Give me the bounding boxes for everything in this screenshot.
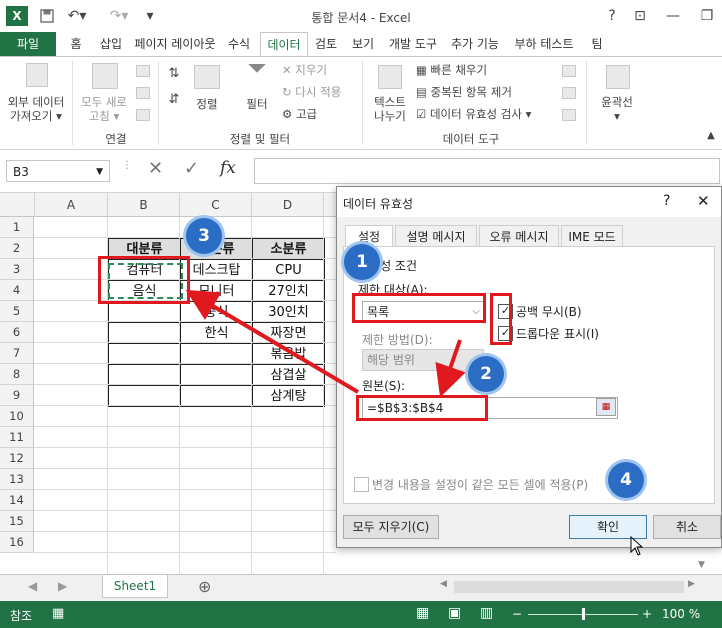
annotation-arrows: [185, 289, 466, 398]
step-badge-1: 1: [344, 244, 380, 280]
mouse-cursor-icon: [630, 535, 644, 560]
step-badge-3: 3: [186, 218, 222, 254]
step-badge-4: 4: [608, 462, 644, 498]
arrow-to-range: [185, 289, 360, 394]
arrow-to-source: [435, 339, 466, 398]
step-badge-2: 2: [468, 356, 504, 392]
